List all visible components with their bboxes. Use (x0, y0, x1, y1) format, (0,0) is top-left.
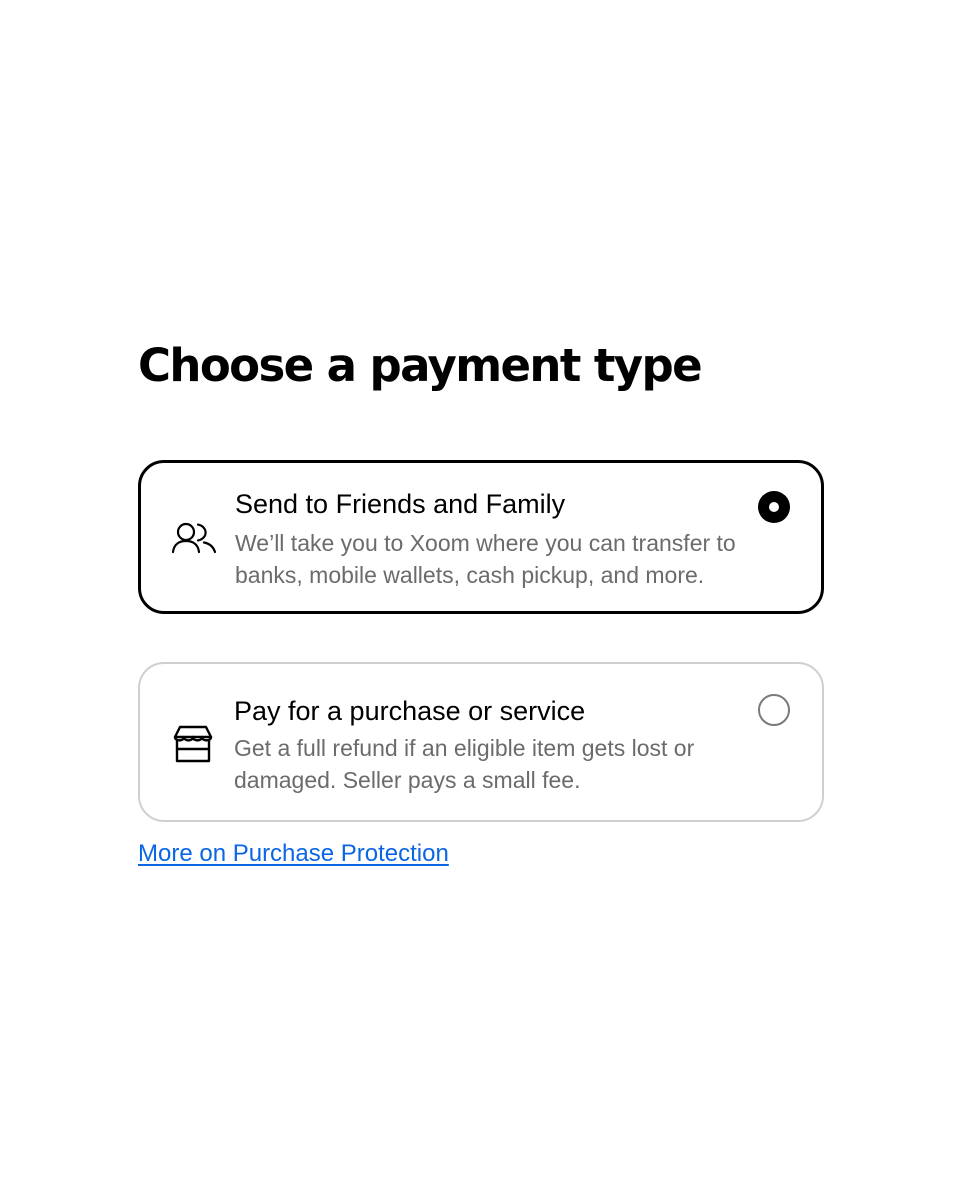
people-icon (171, 521, 217, 561)
purchase-protection-link[interactable]: More on Purchase Protection (138, 838, 449, 870)
radio-purchase-or-service[interactable] (758, 694, 790, 726)
radio-friends-and-family[interactable] (758, 491, 790, 523)
option-purchase-or-service[interactable]: Pay for a purchase or service Get a full… (138, 662, 824, 822)
option-description: We’ll take you to Xoom where you can tra… (235, 530, 736, 588)
option-title: Send to Friends and Family (235, 489, 566, 519)
option-title: Pay for a purchase or service (234, 696, 586, 726)
page-title: Choose a payment type (138, 339, 703, 392)
option-friends-and-family[interactable]: Send to Friends and Family We’ll take yo… (138, 460, 824, 614)
radio-selected-dot (769, 502, 779, 512)
option-description: Get a full refund if an eligible item ge… (234, 735, 695, 793)
storefront-icon (173, 724, 219, 764)
